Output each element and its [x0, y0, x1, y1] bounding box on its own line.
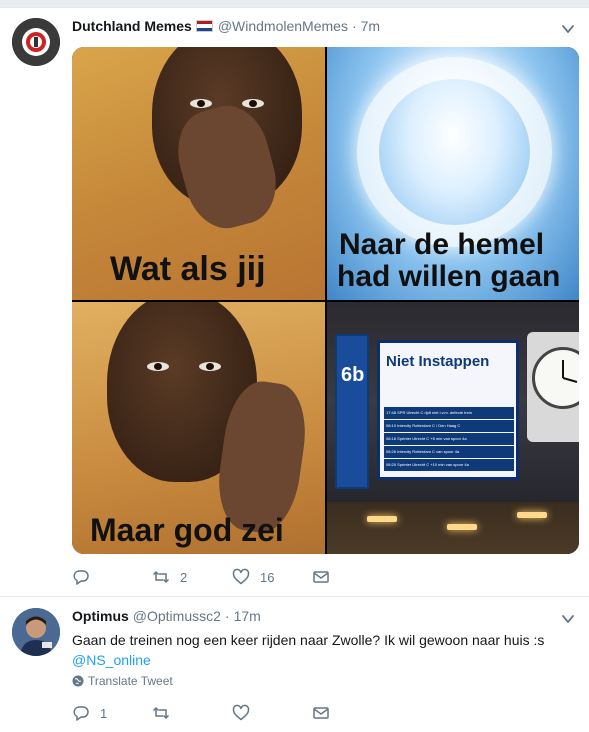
author-name[interactable]: Optimus	[72, 608, 129, 624]
tweet-actions: 1	[72, 704, 392, 722]
author-handle[interactable]: @Optimussc2	[133, 608, 221, 624]
author-handle[interactable]: @WindmolenMemes	[218, 18, 348, 34]
eye	[242, 99, 264, 108]
timeline-top-border	[0, 0, 589, 8]
reply-icon	[73, 570, 89, 585]
departure-board-rows: 17:48 SPR Utrecht C rijdt niet i.v.m. de…	[384, 407, 514, 472]
departure-row: 08:20 Sprinter Utrecht C +10 min van spo…	[384, 459, 514, 471]
netherlands-flag-icon	[195, 20, 213, 32]
eye	[147, 362, 169, 371]
eye	[199, 362, 221, 371]
author-name[interactable]: Dutchland Memes	[72, 18, 192, 34]
departure-board: Niet Instappen 17:48 SPR Utrecht C rijdt…	[377, 340, 519, 480]
tweet-body: Gaan de treinen nog een keer rijden naar…	[72, 632, 545, 648]
station-roof	[327, 502, 579, 554]
retweet-icon	[152, 570, 170, 584]
mention-link[interactable]: @NS_online	[72, 650, 577, 670]
separator-dot: ·	[351, 18, 357, 34]
like-button[interactable]: 16	[232, 568, 312, 586]
eye	[190, 99, 212, 108]
tweet-header: Optimus @Optimussc2 · 17m	[72, 608, 261, 624]
retweet-count: 2	[180, 569, 188, 585]
departure-row: 08:26 Intercity Rotterdam C van spoor 4a	[384, 446, 514, 458]
heart-icon	[232, 568, 250, 585]
timestamp[interactable]: 17m	[234, 608, 261, 624]
tweet-header: Dutchland Memes @WindmolenMemes · 7m	[72, 18, 380, 34]
envelope-icon	[313, 571, 329, 583]
tweet[interactable]: Dutchland Memes @WindmolenMemes · 7m Wat…	[0, 8, 589, 597]
lamp	[447, 524, 477, 530]
translate-label: Translate Tweet	[88, 674, 173, 688]
avatar[interactable]	[12, 608, 60, 656]
departure-row: 17:48 SPR Utrecht C rijdt niet i.v.m. de…	[384, 407, 514, 419]
like-button[interactable]	[232, 704, 312, 722]
departure-row: 08:18 Sprinter Utrecht C +5 min van spoo…	[384, 433, 514, 445]
retweet-icon	[152, 706, 170, 720]
lamp	[367, 516, 397, 522]
lamp	[517, 512, 547, 518]
reply-icon	[73, 706, 89, 721]
direct-message-button[interactable]	[312, 568, 392, 586]
reply-count: 1	[100, 705, 108, 721]
departure-board-title: Niet Instappen	[386, 353, 490, 370]
tweet-media[interactable]: Wat als jij Naar de hemel had willen gaa…	[72, 47, 579, 554]
like-count: 16	[260, 569, 275, 585]
meme-caption-2-line2: had willen gaan	[337, 260, 561, 293]
departure-row: 08:10 Intercity Rotterdam C / Den Haag C	[384, 420, 514, 432]
meme-panel-3: Maar god zei	[72, 302, 325, 554]
avatar[interactable]	[12, 18, 60, 66]
meme-caption-1: Wat als jij	[110, 250, 266, 288]
platform-sign	[335, 334, 369, 489]
separator-dot: ·	[224, 608, 230, 624]
retweet-button[interactable]	[152, 704, 232, 722]
avatar-image	[12, 608, 60, 656]
chevron-down-icon[interactable]	[561, 22, 575, 36]
reply-button[interactable]	[72, 568, 152, 586]
meme-caption-3: Maar god zei	[90, 512, 284, 548]
tweet-text: Gaan de treinen nog een keer rijden naar…	[72, 630, 577, 670]
meme-panel-1: Wat als jij	[72, 47, 325, 300]
meme-caption-2-line1: Naar de hemel	[339, 228, 545, 261]
station-clock-icon	[532, 347, 579, 409]
timestamp[interactable]: 7m	[361, 18, 380, 34]
meme-panel-4: 6b Niet Instappen 17:48 SPR Utrecht C ri…	[327, 302, 579, 554]
globe-icon	[72, 675, 84, 687]
direct-message-button[interactable]	[312, 704, 392, 722]
translate-tweet-link[interactable]: Translate Tweet	[72, 674, 173, 688]
meme-panel-2: Naar de hemel had willen gaan	[327, 47, 579, 300]
avatar-image	[12, 18, 60, 66]
tweet-actions: 2 16	[72, 568, 392, 586]
envelope-icon	[313, 707, 329, 719]
chevron-down-icon[interactable]	[561, 612, 575, 626]
heaven-clouds	[357, 57, 552, 247]
platform-number: 6b	[341, 364, 365, 386]
retweet-button[interactable]: 2	[152, 568, 232, 586]
heart-icon	[232, 704, 250, 721]
reply-button[interactable]: 1	[72, 704, 152, 722]
tweet[interactable]: Optimus @Optimussc2 · 17m Gaan de treine…	[0, 598, 589, 732]
